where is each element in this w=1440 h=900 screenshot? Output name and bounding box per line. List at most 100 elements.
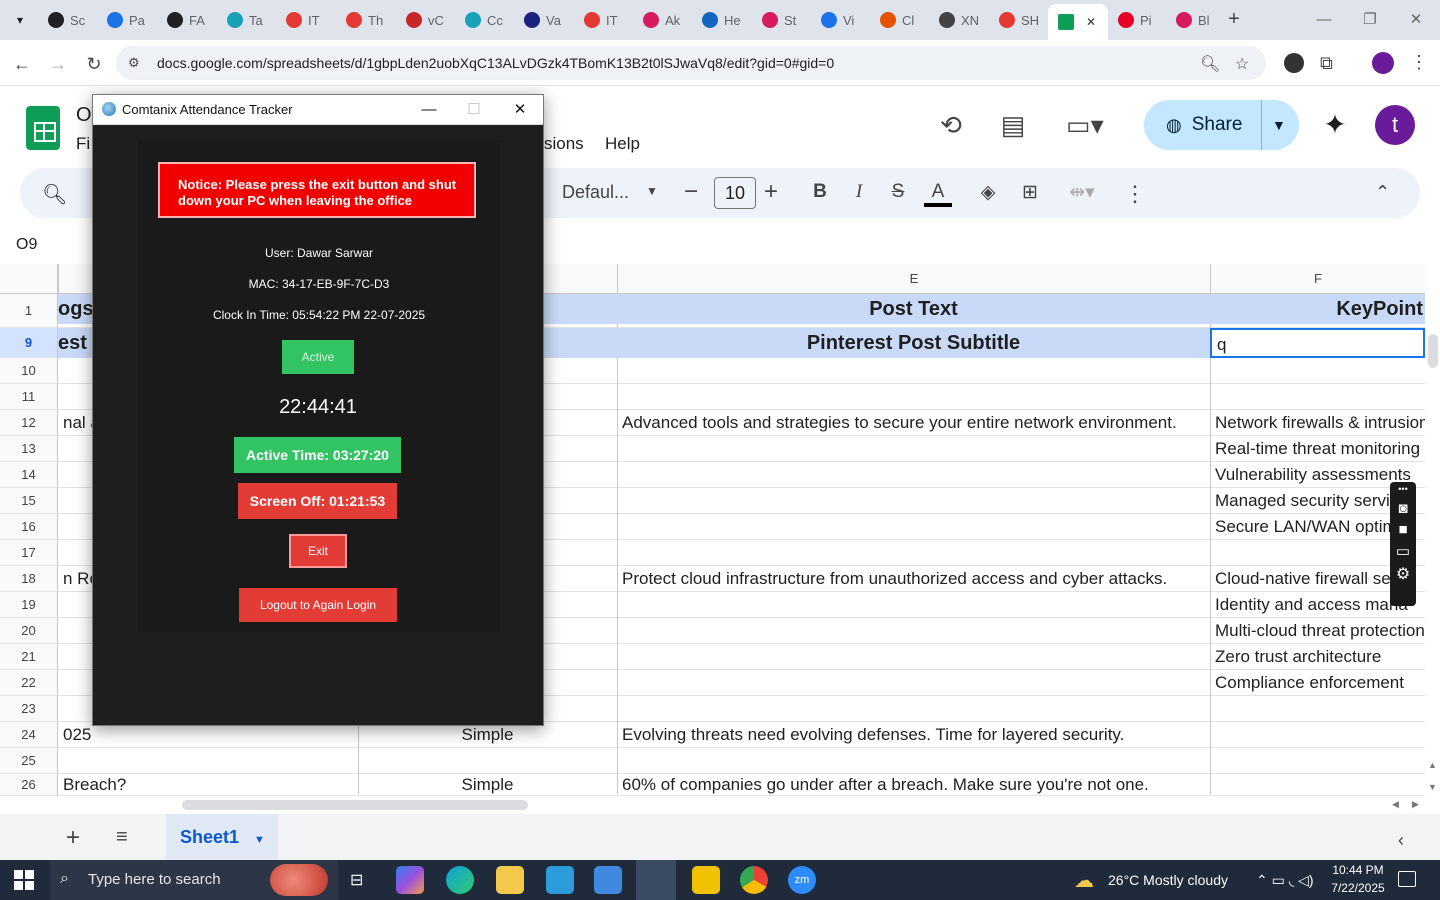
forward-arrow-icon[interactable]: → bbox=[46, 52, 70, 76]
cell-d[interactable] bbox=[358, 748, 617, 774]
task-view-icon[interactable]: ⊟ bbox=[350, 870, 363, 890]
site-info-icon[interactable]: ⚙ bbox=[128, 55, 140, 71]
cell-e[interactable] bbox=[617, 618, 1210, 644]
attendance-tracker-taskbar-icon[interactable] bbox=[636, 860, 676, 900]
tab-close-icon[interactable]: ✕ bbox=[1086, 15, 1096, 29]
row-number[interactable]: 21 bbox=[0, 644, 58, 670]
cell-e[interactable] bbox=[617, 540, 1210, 566]
screenshot-camera-icon[interactable]: ◙ bbox=[1390, 500, 1416, 517]
row-number[interactable]: 26 bbox=[0, 774, 58, 796]
browser-tab[interactable]: He bbox=[692, 6, 750, 34]
share-button[interactable]: ◍ Share ▼ bbox=[1144, 100, 1299, 150]
browser-tab[interactable]: FA bbox=[157, 6, 215, 34]
exit-button[interactable]: Exit bbox=[289, 534, 347, 568]
cell-e[interactable] bbox=[617, 592, 1210, 618]
document-title[interactable]: O bbox=[76, 104, 92, 127]
browser-tab[interactable]: Cl bbox=[870, 6, 927, 34]
horizontal-scrollbar-thumb[interactable] bbox=[182, 800, 528, 810]
cell-e[interactable]: Pinterest Post Subtitle bbox=[617, 328, 1210, 358]
zoom-icon[interactable]: 🔍︎ bbox=[1200, 54, 1220, 74]
cell-f[interactable] bbox=[1210, 696, 1425, 722]
bookmark-star-icon[interactable]: ☆ bbox=[1232, 54, 1252, 74]
comments-icon[interactable]: ▤ bbox=[996, 110, 1030, 140]
cell-e[interactable] bbox=[617, 436, 1210, 462]
more-options-icon[interactable]: ⋮ bbox=[1124, 181, 1146, 207]
row-number[interactable]: 14 bbox=[0, 462, 58, 488]
browser-tab[interactable]: XN bbox=[929, 6, 987, 34]
select-all-corner[interactable] bbox=[0, 264, 58, 294]
cell-f[interactable] bbox=[1210, 748, 1425, 774]
microsoft-store-icon[interactable] bbox=[546, 866, 574, 894]
text-color-icon[interactable]: A bbox=[924, 181, 952, 207]
tracker-close-icon[interactable]: ✕ bbox=[505, 98, 535, 122]
browser-tab[interactable]: Pa bbox=[97, 6, 155, 34]
cell-f[interactable] bbox=[1210, 358, 1425, 384]
cell-e[interactable] bbox=[617, 644, 1210, 670]
browser-tab[interactable]: Th bbox=[336, 6, 394, 34]
sticky-notes-icon[interactable] bbox=[692, 866, 720, 894]
row-number[interactable]: 23 bbox=[0, 696, 58, 722]
cell-c[interactable] bbox=[58, 748, 358, 774]
browser-tab[interactable]: Va bbox=[514, 6, 572, 34]
cell-e[interactable]: Post Text bbox=[617, 294, 1210, 324]
strikethrough-icon[interactable]: S bbox=[884, 181, 912, 207]
cell-f[interactable]: KeyPoint bbox=[1210, 294, 1425, 324]
row-number[interactable]: 12 bbox=[0, 410, 58, 436]
column-header-e[interactable]: E bbox=[617, 264, 1210, 294]
name-box[interactable]: O9 bbox=[16, 236, 37, 254]
extensions-puzzle-icon[interactable]: ⧉ bbox=[1320, 53, 1333, 74]
cell-e[interactable] bbox=[617, 358, 1210, 384]
browser-tab[interactable]: IT bbox=[276, 6, 334, 34]
cell-e[interactable]: 60% of companies go under after a breach… bbox=[617, 774, 1210, 796]
minimize-window-icon[interactable]: — bbox=[1312, 8, 1336, 32]
zoom-app-icon[interactable]: zm bbox=[788, 866, 816, 894]
maximize-window-icon[interactable]: ❐ bbox=[1358, 8, 1382, 32]
cell-e[interactable] bbox=[617, 696, 1210, 722]
row-number[interactable]: 18 bbox=[0, 566, 58, 592]
version-history-icon[interactable]: ⟲ bbox=[934, 110, 968, 140]
menu-extensions[interactable]: sions bbox=[544, 134, 584, 154]
sheets-logo-icon[interactable] bbox=[26, 106, 60, 150]
cell-c[interactable]: Breach? bbox=[58, 774, 358, 796]
meet-camera-icon[interactable]: ▭▾ bbox=[1066, 110, 1104, 140]
cell-f[interactable]: Network firewalls & intrusion bbox=[1210, 410, 1425, 436]
translate-extension-icon[interactable] bbox=[1284, 53, 1304, 73]
cell-e[interactable]: Protect cloud infrastructure from unauth… bbox=[617, 566, 1210, 592]
row-number[interactable]: 1 bbox=[0, 294, 58, 328]
cell-e[interactable] bbox=[617, 748, 1210, 774]
cell-e[interactable] bbox=[617, 384, 1210, 410]
browser-tab[interactable]: Pi bbox=[1108, 6, 1164, 34]
search-highlight-image[interactable] bbox=[270, 864, 328, 896]
gemini-sparkle-icon[interactable]: ✦ bbox=[1318, 108, 1352, 142]
chrome-app-icon[interactable] bbox=[740, 866, 768, 894]
vertical-scrollbar-thumb[interactable] bbox=[1428, 334, 1438, 368]
scroll-up-arrow-icon[interactable]: ▲ bbox=[1428, 760, 1437, 770]
column-header-f[interactable]: F bbox=[1210, 264, 1425, 294]
row-number[interactable]: 19 bbox=[0, 592, 58, 618]
font-size-input[interactable]: 10 bbox=[714, 177, 756, 209]
borders-icon[interactable]: ⊞ bbox=[1016, 181, 1044, 207]
cell-e[interactable] bbox=[617, 488, 1210, 514]
cell-e[interactable] bbox=[617, 670, 1210, 696]
hide-menus-chevron-icon[interactable]: ⌃ bbox=[1375, 182, 1390, 203]
row-number[interactable]: 15 bbox=[0, 488, 58, 514]
cell-f[interactable]: Real-time threat monitoring bbox=[1210, 436, 1425, 462]
cell-e[interactable] bbox=[617, 462, 1210, 488]
decrease-font-size-icon[interactable]: − bbox=[684, 178, 698, 206]
window-capture-icon[interactable]: ▭ bbox=[1390, 542, 1416, 560]
sheet-tab-sheet1[interactable]: Sheet1 ▼ bbox=[166, 814, 278, 860]
browser-profile-avatar[interactable] bbox=[1372, 52, 1394, 74]
reload-icon[interactable]: ↻ bbox=[82, 52, 106, 76]
cell-f[interactable] bbox=[1210, 722, 1425, 748]
cell-e[interactable] bbox=[617, 514, 1210, 540]
file-explorer-icon[interactable] bbox=[496, 866, 524, 894]
cell-e[interactable]: Advanced tools and strategies to secure … bbox=[617, 410, 1210, 436]
logout-button[interactable]: Logout to Again Login bbox=[239, 588, 397, 622]
new-tab-button[interactable]: + bbox=[1222, 8, 1246, 32]
browser-tab[interactable]: Vi bbox=[811, 6, 868, 34]
browser-menu-icon[interactable]: ⋮ bbox=[1410, 52, 1428, 73]
windows-start-icon[interactable] bbox=[14, 870, 34, 890]
add-sheet-icon[interactable]: + bbox=[66, 824, 80, 852]
row-number[interactable]: 24 bbox=[0, 722, 58, 748]
search-menus-icon[interactable]: 🔍︎ bbox=[42, 182, 67, 207]
